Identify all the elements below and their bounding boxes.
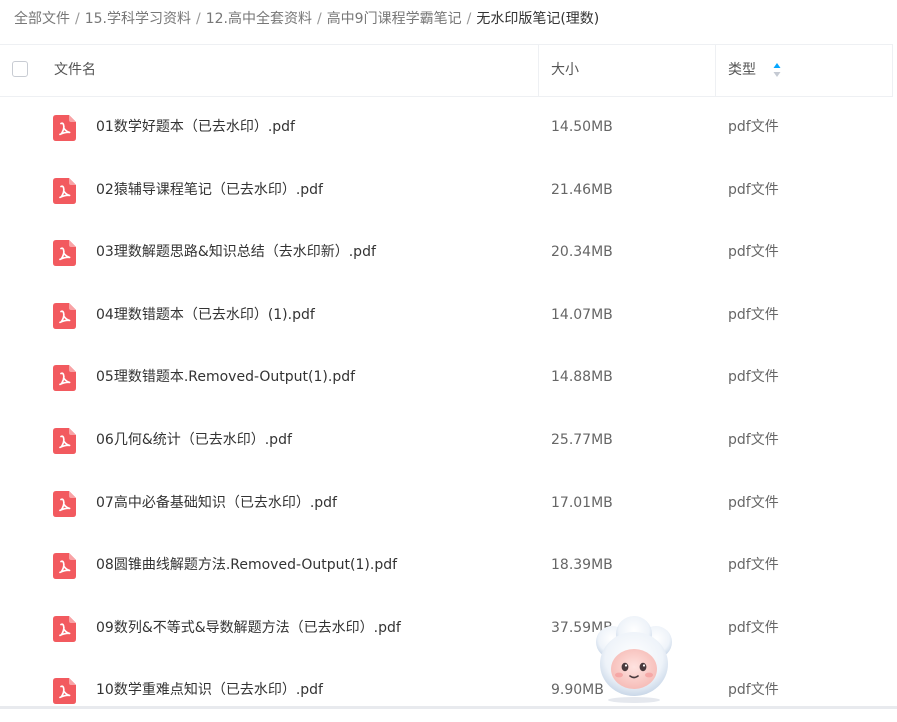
- breadcrumb-item-all-files[interactable]: 全部文件: [14, 11, 70, 27]
- select-all-checkbox[interactable]: [12, 61, 28, 77]
- file-name[interactable]: 06几何&统计（已去水印）.pdf: [96, 409, 292, 471]
- pdf-file-icon: [53, 615, 76, 642]
- table-row[interactable]: 06几何&统计（已去水印）.pdf 25.77MB pdf文件: [0, 409, 893, 472]
- column-divider[interactable]: [538, 45, 539, 96]
- column-header-name[interactable]: 文件名: [54, 45, 96, 96]
- table-row[interactable]: 04理数错题本（已去水印）(1).pdf 14.07MB pdf文件: [0, 284, 893, 347]
- table-row[interactable]: 02猿辅导课程笔记（已去水印）.pdf 21.46MB pdf文件: [0, 159, 893, 222]
- table-header: 文件名 大小 类型: [0, 44, 893, 97]
- breadcrumb-item-course-notes[interactable]: 高中9门课程学霸笔记: [327, 11, 462, 27]
- pdf-file-icon: [53, 678, 76, 705]
- file-name[interactable]: 01数学好题本（已去水印）.pdf: [96, 96, 295, 158]
- file-type: pdf文件: [728, 494, 779, 511]
- file-size: 20.34MB: [551, 244, 613, 261]
- pdf-file-icon: [53, 240, 76, 267]
- file-type: pdf文件: [728, 682, 779, 699]
- file-size: 14.88MB: [551, 369, 613, 386]
- file-type: pdf文件: [728, 619, 779, 636]
- pdf-file-icon: [53, 115, 76, 141]
- table-row[interactable]: 03理数解题思路&知识总结（去水印新）.pdf 20.34MB pdf文件: [0, 221, 893, 284]
- pdf-file-icon: [53, 427, 76, 454]
- file-type: pdf文件: [728, 181, 779, 198]
- breadcrumb-item-highschool-materials[interactable]: 12.高中全套资料: [206, 11, 312, 27]
- pdf-file-icon: [53, 365, 76, 392]
- file-name[interactable]: 09数列&不等式&导数解题方法（已去水印）.pdf: [96, 597, 401, 659]
- file-name[interactable]: 03理数解题思路&知识总结（去水印新）.pdf: [96, 221, 376, 283]
- file-name[interactable]: 07高中必备基础知识（已去水印）.pdf: [96, 472, 337, 534]
- pdf-file-icon: [53, 490, 76, 517]
- file-list: 01数学好题本（已去水印）.pdf 14.50MB pdf文件 02猿辅导课程笔…: [0, 96, 893, 722]
- breadcrumb-separator: /: [316, 11, 322, 27]
- table-row[interactable]: 10数学重难点知识（已去水印）.pdf 9.90MB pdf文件: [0, 659, 893, 722]
- column-divider: [892, 45, 893, 96]
- table-row[interactable]: 07高中必备基础知识（已去水印）.pdf 17.01MB pdf文件: [0, 472, 893, 535]
- file-type: pdf文件: [728, 119, 779, 135]
- file-size: 18.39MB: [551, 557, 613, 574]
- file-name[interactable]: 02猿辅导课程笔记（已去水印）.pdf: [96, 159, 323, 221]
- breadcrumb-separator: /: [466, 11, 472, 27]
- table-row[interactable]: 09数列&不等式&导数解题方法（已去水印）.pdf 37.59MB pdf文件: [0, 597, 893, 660]
- table-row[interactable]: 08圆锥曲线解题方法.Removed-Output(1).pdf 18.39MB…: [0, 534, 893, 597]
- pdf-file-icon: [53, 302, 76, 329]
- column-header-type[interactable]: 类型: [728, 45, 756, 96]
- breadcrumb-current: 无水印版笔记(理数): [476, 11, 600, 27]
- file-size: 14.50MB: [551, 119, 613, 135]
- file-type: pdf文件: [728, 306, 779, 323]
- file-size: 21.46MB: [551, 181, 613, 198]
- table-row[interactable]: 01数学好题本（已去水印）.pdf 14.50MB pdf文件: [0, 96, 893, 159]
- file-size: 14.07MB: [551, 306, 613, 323]
- assistant-mascot-icon[interactable]: [588, 612, 680, 704]
- file-type: pdf文件: [728, 557, 779, 574]
- column-divider[interactable]: [715, 45, 716, 96]
- pdf-file-icon: [53, 177, 76, 204]
- file-name[interactable]: 10数学重难点知识（已去水印）.pdf: [96, 659, 323, 721]
- pdf-file-icon: [53, 553, 76, 580]
- file-name[interactable]: 05理数错题本.Removed-Output(1).pdf: [96, 346, 355, 408]
- file-type: pdf文件: [728, 369, 779, 386]
- breadcrumb-separator: /: [195, 11, 201, 27]
- file-name[interactable]: 04理数错题本（已去水印）(1).pdf: [96, 284, 315, 346]
- file-name[interactable]: 08圆锥曲线解题方法.Removed-Output(1).pdf: [96, 534, 397, 596]
- breadcrumb: 全部文件/15.学科学习资料/12.高中全套资料 / 高中9门课程学霸笔记 / 无水印版…: [14, 0, 599, 38]
- breadcrumb-separator: /: [75, 11, 80, 27]
- file-type: pdf文件: [728, 244, 779, 261]
- breadcrumb-item-study-materials[interactable]: 15.学科学习资料: [85, 11, 191, 27]
- sort-icon[interactable]: [773, 62, 781, 78]
- file-type: pdf文件: [728, 431, 779, 448]
- file-size: 25.77MB: [551, 431, 613, 448]
- table-row[interactable]: 05理数错题本.Removed-Output(1).pdf 14.88MB pd…: [0, 346, 893, 409]
- column-header-size[interactable]: 大小: [551, 45, 579, 96]
- file-size: 17.01MB: [551, 494, 613, 511]
